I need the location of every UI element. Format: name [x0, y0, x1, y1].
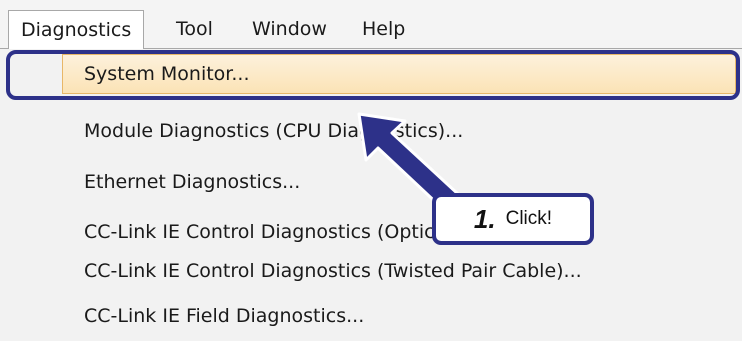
pointer-arrow-icon: [357, 112, 460, 212]
callout-step-number: 1.: [473, 203, 496, 234]
menu-diagnostics[interactable]: Diagnostics: [8, 10, 145, 49]
callout-text: Click!: [505, 208, 553, 229]
callout-box: 1. Click!: [432, 193, 594, 245]
